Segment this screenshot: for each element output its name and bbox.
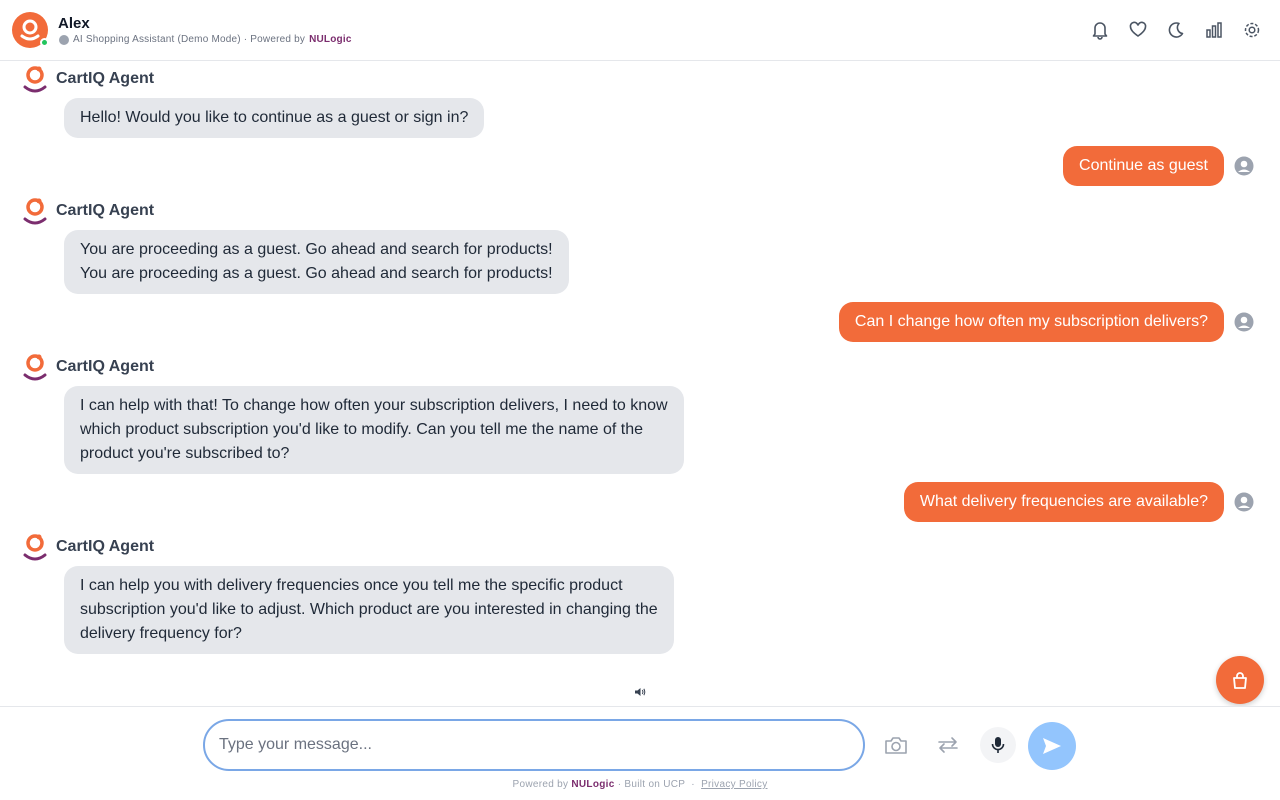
user-icon xyxy=(1234,312,1254,332)
message-line: I can help you with delivery frequencies… xyxy=(80,577,623,594)
message-composer: Powered by NULogic · Built on UCP · Priv… xyxy=(0,706,1280,800)
message-line: which product subscription you'd like to… xyxy=(80,421,644,438)
user-icon xyxy=(1234,156,1254,176)
cart-button[interactable] xyxy=(1216,656,1264,704)
camera-button[interactable] xyxy=(878,727,914,763)
message-line: product you're subscribed to? xyxy=(80,445,290,462)
agent-message: I can help you with delivery frequencies… xyxy=(64,566,674,654)
camera-icon xyxy=(885,737,907,754)
app-header: Alex AI Shopping Assistant (Demo Mode) ·… xyxy=(0,0,1280,61)
agent-logo-icon xyxy=(23,534,47,561)
agent-logo-icon xyxy=(23,354,47,381)
agent-name: CartIQ Agent xyxy=(56,538,155,555)
chat-transcript[interactable]: CartIQ Agent Hello! Would you like to co… xyxy=(0,61,1280,706)
footer-built: · Built on UCP xyxy=(617,779,686,790)
footer-powered: Powered by xyxy=(512,779,569,790)
brand-name: NULogic xyxy=(309,34,352,45)
agent-message: I can help with that! To change how ofte… xyxy=(64,386,684,474)
agent-header: CartIQ Agent xyxy=(22,531,154,563)
swap-icon xyxy=(938,737,958,753)
speaker-icon[interactable] xyxy=(634,686,646,698)
logo-icon xyxy=(20,19,40,41)
agent-message: You are proceeding as a guest. Go ahead … xyxy=(64,230,569,294)
message-line: subscription you'd like to adjust. Which… xyxy=(80,601,658,618)
message-line: Hello! Would you like to continue as a g… xyxy=(80,109,469,126)
user-icon xyxy=(1234,492,1254,512)
swap-button[interactable] xyxy=(930,727,966,763)
agent-name: CartIQ Agent xyxy=(56,70,155,87)
footer: Powered by NULogic · Built on UCP · Priv… xyxy=(0,779,1280,790)
heart-icon[interactable] xyxy=(1128,19,1148,41)
microphone-button[interactable] xyxy=(980,727,1016,763)
shopping-bag-icon xyxy=(1233,672,1247,689)
privacy-policy-link[interactable]: Privacy Policy xyxy=(701,779,767,790)
bell-icon[interactable] xyxy=(1090,19,1110,41)
agent-logo-icon xyxy=(23,198,47,225)
message-input[interactable] xyxy=(203,719,865,771)
user-message: What delivery frequencies are available? xyxy=(903,482,1224,522)
header-subtitle: AI Shopping Assistant (Demo Mode) · Powe… xyxy=(59,34,352,45)
send-button[interactable] xyxy=(1028,722,1076,770)
message-line: I can help with that! To change how ofte… xyxy=(80,397,668,414)
user-name: Alex xyxy=(58,15,90,32)
agent-header: CartIQ Agent xyxy=(22,351,154,383)
message-line: You are proceeding as a guest. Go ahead … xyxy=(80,265,553,282)
gear-icon[interactable] xyxy=(1242,19,1262,41)
user-message: Continue as guest xyxy=(1063,146,1224,186)
header-actions xyxy=(1090,19,1262,41)
agent-header: CartIQ Agent xyxy=(22,195,154,227)
chart-icon[interactable] xyxy=(1204,19,1224,41)
user-avatar[interactable] xyxy=(12,12,49,48)
message-line: delivery frequency for? xyxy=(80,625,242,642)
agent-message: Hello! Would you like to continue as a g… xyxy=(64,98,485,138)
online-status-dot xyxy=(40,38,49,47)
footer-separator: · xyxy=(691,779,695,790)
agent-name: CartIQ Agent xyxy=(56,358,155,375)
agent-header: CartIQ Agent xyxy=(22,63,154,95)
moon-icon[interactable] xyxy=(1166,19,1186,41)
info-icon xyxy=(59,34,69,45)
agent-name: CartIQ Agent xyxy=(56,202,155,219)
microphone-icon xyxy=(991,737,1005,753)
send-icon xyxy=(1043,738,1061,754)
footer-brand: NULogic xyxy=(571,779,615,790)
subtitle-text: AI Shopping Assistant (Demo Mode) · Powe… xyxy=(73,34,306,45)
message-line: You are proceeding as a guest. Go ahead … xyxy=(80,241,553,258)
user-message: Can I change how often my subscription d… xyxy=(838,302,1224,342)
agent-logo-icon xyxy=(23,66,47,93)
